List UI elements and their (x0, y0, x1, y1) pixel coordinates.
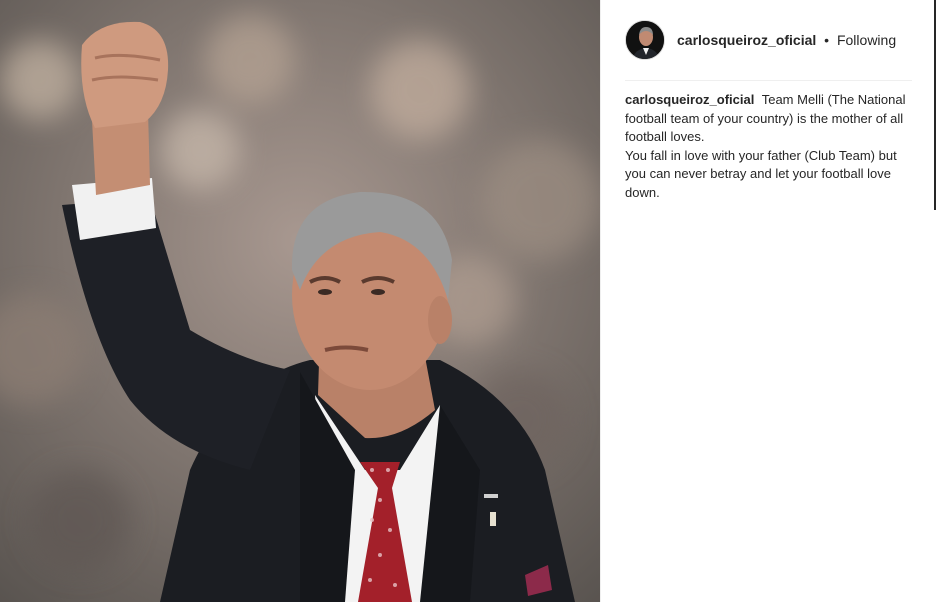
caption-username-link[interactable]: carlosqueiroz_oficial (625, 92, 754, 107)
caption-paragraph-1: carlosqueiroz_oficial Team Melli (The Na… (625, 91, 912, 147)
separator-dot: • (824, 32, 830, 48)
coach-fist-photo-illustration (0, 0, 600, 602)
post-side-panel: carlosqueiroz_oficial • Following carlos… (600, 0, 936, 602)
post-photo[interactable] (0, 0, 600, 602)
caption-text-line-2: You fall in love with your father (Club … (625, 147, 897, 200)
instagram-post: carlosqueiroz_oficial • Following carlos… (0, 0, 936, 602)
post-caption: carlosqueiroz_oficial Team Melli (The Na… (601, 81, 936, 202)
profile-picture-icon (626, 21, 664, 59)
following-button[interactable]: Following (837, 32, 896, 48)
avatar[interactable] (625, 20, 665, 60)
header-username-link[interactable]: carlosqueiroz_oficial (677, 32, 816, 48)
post-header: carlosqueiroz_oficial • Following (601, 0, 936, 80)
header-text: carlosqueiroz_oficial • Following (677, 32, 896, 48)
